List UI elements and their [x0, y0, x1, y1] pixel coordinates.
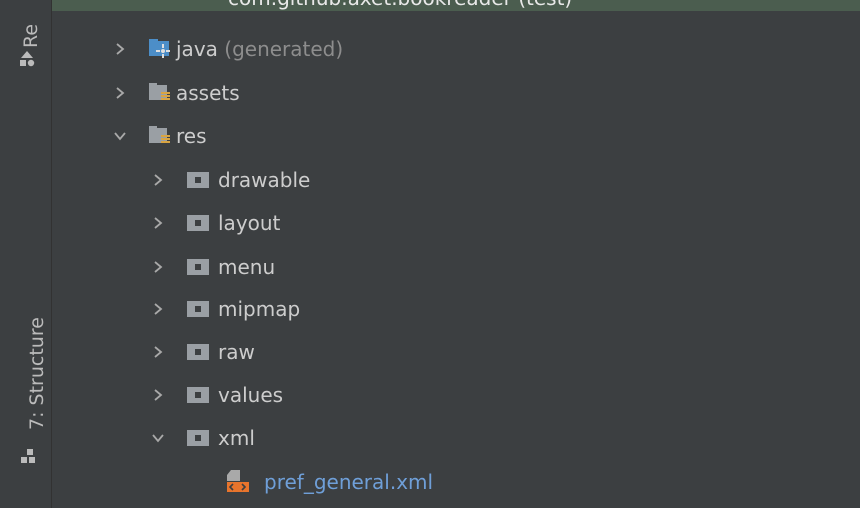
chevron-right-icon[interactable] [112, 41, 128, 57]
chevron-right-icon[interactable] [150, 215, 166, 231]
chevron-right-icon[interactable] [112, 85, 128, 101]
folder-icon [187, 430, 209, 446]
xml-file-icon [227, 470, 249, 492]
folder-icon [187, 172, 209, 188]
chevron-right-icon[interactable] [150, 172, 166, 188]
tree-item-java[interactable]: java (generated) [52, 31, 860, 67]
tree-item-label: mipmap [218, 297, 301, 321]
tree-item-pref-general-xml[interactable]: pref_general.xml [52, 464, 860, 500]
tree-item-layout[interactable]: layout [52, 205, 860, 241]
resource-manager-icon[interactable] [18, 50, 36, 68]
tree-item-xml[interactable]: xml [52, 420, 860, 456]
tree-item-drawable[interactable]: drawable [52, 162, 860, 198]
tree-item-values[interactable]: values [52, 377, 860, 413]
tree-item-label: raw [218, 340, 255, 364]
selected-row[interactable]: com.github.axet.bookreader (test) [52, 0, 860, 11]
tree-item-label: pref_general.xml [264, 470, 434, 494]
tree-item-label: layout [218, 211, 281, 235]
resource-manager-tab[interactable]: Re [20, 24, 42, 48]
tree-item-menu[interactable]: menu [52, 249, 860, 285]
tree-item-label-partial: com.github.axet.bookreader (test) [228, 0, 572, 10]
chevron-down-icon[interactable] [150, 430, 166, 446]
tree-item-label: values [218, 383, 284, 407]
structure-icon[interactable] [20, 448, 36, 464]
project-tree: com.github.axet.bookreader (test) java (… [52, 0, 860, 508]
tree-item-label: assets [176, 81, 240, 105]
folder-icon [187, 215, 209, 231]
tree-item-label: drawable [218, 168, 311, 192]
resource-folder-icon [149, 126, 170, 143]
left-tool-strip [8, 0, 52, 508]
tree-item-label: res [176, 124, 207, 148]
tree-item-label: java (generated) [176, 37, 344, 61]
tree-item-res[interactable]: res [52, 118, 860, 154]
folder-icon [187, 259, 209, 275]
tree-item-label: menu [218, 255, 276, 279]
folder-icon [187, 344, 209, 360]
chevron-right-icon[interactable] [150, 301, 166, 317]
tree-item-mipmap[interactable]: mipmap [52, 291, 860, 327]
chevron-right-icon[interactable] [150, 344, 166, 360]
structure-tab[interactable]: 7: Structure [26, 317, 48, 430]
chevron-right-icon[interactable] [150, 387, 166, 403]
chevron-right-icon[interactable] [150, 259, 166, 275]
tree-item-label: xml [218, 426, 255, 450]
resource-folder-icon [149, 83, 170, 100]
tree-item-assets[interactable]: assets [52, 75, 860, 111]
project-tool-window: Re 7: Structure com.github.axet.bookread… [0, 0, 860, 508]
chevron-down-icon[interactable] [112, 128, 128, 144]
folder-icon [187, 301, 209, 317]
folder-icon [187, 387, 209, 403]
java-generated-folder-icon [149, 39, 170, 58]
tree-item-raw[interactable]: raw [52, 334, 860, 370]
